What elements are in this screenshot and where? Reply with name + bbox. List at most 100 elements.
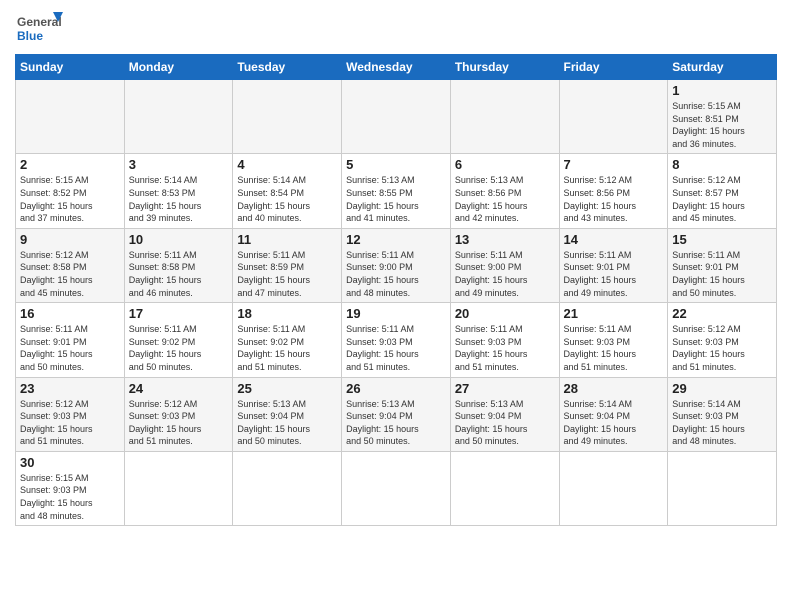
calendar-cell: 18 Sunrise: 5:11 AM Sunset: 9:02 PM Dayli… — [233, 303, 342, 377]
day-info: Sunrise: 5:11 AM Sunset: 8:58 PM Dayligh… — [129, 249, 229, 299]
day-info: Sunrise: 5:14 AM Sunset: 8:53 PM Dayligh… — [129, 174, 229, 224]
calendar-cell: 6Sunrise: 5:13 AM Sunset: 8:56 PM Daylig… — [450, 154, 559, 228]
col-header-wednesday: Wednesday — [342, 55, 451, 80]
day-info: Sunrise: 5:13 AM Sunset: 9:04 PM Dayligh… — [237, 398, 337, 448]
day-number: 19 — [346, 306, 446, 321]
calendar-cell: 25 Sunrise: 5:13 AM Sunset: 9:04 PM Dayli… — [233, 377, 342, 451]
day-number: 1 — [672, 83, 772, 98]
day-number: 23 — [20, 381, 120, 396]
day-info: Sunrise: 5:15 AM Sunset: 9:03 PM Dayligh… — [20, 472, 120, 522]
calendar-cell — [233, 451, 342, 525]
col-header-sunday: Sunday — [16, 55, 125, 80]
calendar-cell: 3Sunrise: 5:14 AM Sunset: 8:53 PM Daylig… — [124, 154, 233, 228]
day-number: 17 — [129, 306, 229, 321]
calendar-cell: 19 Sunrise: 5:11 AM Sunset: 9:03 PM Dayli… — [342, 303, 451, 377]
day-info: Sunrise: 5:13 AM Sunset: 8:55 PM Dayligh… — [346, 174, 446, 224]
day-info: Sunrise: 5:13 AM Sunset: 8:56 PM Dayligh… — [455, 174, 555, 224]
calendar-cell — [559, 451, 668, 525]
day-info: Sunrise: 5:11 AM Sunset: 9:01 PM Dayligh… — [20, 323, 120, 373]
calendar-week-row: 16 Sunrise: 5:11 AM Sunset: 9:01 PM Dayli… — [16, 303, 777, 377]
calendar-cell: 27Sunrise: 5:13 AM Sunset: 9:04 PM Dayli… — [450, 377, 559, 451]
day-number: 4 — [237, 157, 337, 172]
day-info: Sunrise: 5:14 AM Sunset: 8:54 PM Dayligh… — [237, 174, 337, 224]
calendar-cell: 28 Sunrise: 5:14 AM Sunset: 9:04 PM Dayli… — [559, 377, 668, 451]
day-number: 11 — [237, 232, 337, 247]
day-info: Sunrise: 5:11 AM Sunset: 9:00 PM Dayligh… — [346, 249, 446, 299]
calendar-cell — [450, 80, 559, 154]
day-number: 21 — [564, 306, 664, 321]
day-number: 14 — [564, 232, 664, 247]
generalblue-logo-icon: General Blue — [15, 10, 65, 48]
day-number: 15 — [672, 232, 772, 247]
day-number: 22 — [672, 306, 772, 321]
calendar-cell — [124, 80, 233, 154]
calendar-table: SundayMondayTuesdayWednesdayThursdayFrid… — [15, 54, 777, 526]
calendar-cell: 8 Sunrise: 5:12 AM Sunset: 8:57 PM Daylig… — [668, 154, 777, 228]
calendar-cell — [342, 80, 451, 154]
col-header-thursday: Thursday — [450, 55, 559, 80]
day-info: Sunrise: 5:11 AM Sunset: 9:03 PM Dayligh… — [455, 323, 555, 373]
calendar-cell: 30Sunrise: 5:15 AM Sunset: 9:03 PM Dayli… — [16, 451, 125, 525]
calendar-cell: 26 Sunrise: 5:13 AM Sunset: 9:04 PM Dayli… — [342, 377, 451, 451]
day-number: 20 — [455, 306, 555, 321]
day-number: 10 — [129, 232, 229, 247]
header: General Blue — [15, 10, 777, 48]
day-info: Sunrise: 5:11 AM Sunset: 9:01 PM Dayligh… — [564, 249, 664, 299]
calendar-cell: 12 Sunrise: 5:11 AM Sunset: 9:00 PM Dayli… — [342, 228, 451, 302]
day-info: Sunrise: 5:12 AM Sunset: 8:57 PM Dayligh… — [672, 174, 772, 224]
day-info: Sunrise: 5:11 AM Sunset: 9:02 PM Dayligh… — [129, 323, 229, 373]
day-number: 8 — [672, 157, 772, 172]
calendar-cell: 9Sunrise: 5:12 AM Sunset: 8:58 PM Daylig… — [16, 228, 125, 302]
calendar-cell — [559, 80, 668, 154]
day-info: Sunrise: 5:12 AM Sunset: 9:03 PM Dayligh… — [672, 323, 772, 373]
day-info: Sunrise: 5:11 AM Sunset: 9:02 PM Dayligh… — [237, 323, 337, 373]
calendar-cell: 13 Sunrise: 5:11 AM Sunset: 9:00 PM Dayli… — [450, 228, 559, 302]
calendar-cell: 4 Sunrise: 5:14 AM Sunset: 8:54 PM Daylig… — [233, 154, 342, 228]
calendar-week-row: 2Sunrise: 5:15 AM Sunset: 8:52 PM Daylig… — [16, 154, 777, 228]
calendar-cell: 14 Sunrise: 5:11 AM Sunset: 9:01 PM Dayli… — [559, 228, 668, 302]
calendar-cell: 24 Sunrise: 5:12 AM Sunset: 9:03 PM Dayli… — [124, 377, 233, 451]
calendar-cell: 17 Sunrise: 5:11 AM Sunset: 9:02 PM Dayli… — [124, 303, 233, 377]
calendar-week-row: 1Sunrise: 5:15 AM Sunset: 8:51 PM Daylig… — [16, 80, 777, 154]
calendar-week-row: 23 Sunrise: 5:12 AM Sunset: 9:03 PM Dayli… — [16, 377, 777, 451]
day-number: 9 — [20, 232, 120, 247]
calendar-cell: 7Sunrise: 5:12 AM Sunset: 8:56 PM Daylig… — [559, 154, 668, 228]
calendar-cell — [342, 451, 451, 525]
day-number: 24 — [129, 381, 229, 396]
day-info: Sunrise: 5:11 AM Sunset: 9:00 PM Dayligh… — [455, 249, 555, 299]
day-info: Sunrise: 5:14 AM Sunset: 9:03 PM Dayligh… — [672, 398, 772, 448]
calendar-cell: 11Sunrise: 5:11 AM Sunset: 8:59 PM Dayli… — [233, 228, 342, 302]
col-header-monday: Monday — [124, 55, 233, 80]
calendar-cell: 23Sunrise: 5:12 AM Sunset: 9:03 PM Dayli… — [16, 377, 125, 451]
calendar-cell: 2Sunrise: 5:15 AM Sunset: 8:52 PM Daylig… — [16, 154, 125, 228]
day-number: 25 — [237, 381, 337, 396]
day-number: 27 — [455, 381, 555, 396]
day-info: Sunrise: 5:13 AM Sunset: 9:04 PM Dayligh… — [346, 398, 446, 448]
calendar-cell: 20 Sunrise: 5:11 AM Sunset: 9:03 PM Dayli… — [450, 303, 559, 377]
calendar-cell: 5Sunrise: 5:13 AM Sunset: 8:55 PM Daylig… — [342, 154, 451, 228]
day-info: Sunrise: 5:11 AM Sunset: 9:01 PM Dayligh… — [672, 249, 772, 299]
day-number: 26 — [346, 381, 446, 396]
day-number: 7 — [564, 157, 664, 172]
day-number: 28 — [564, 381, 664, 396]
day-number: 2 — [20, 157, 120, 172]
day-info: Sunrise: 5:11 AM Sunset: 9:03 PM Dayligh… — [346, 323, 446, 373]
calendar-cell: 22 Sunrise: 5:12 AM Sunset: 9:03 PM Dayli… — [668, 303, 777, 377]
day-info: Sunrise: 5:14 AM Sunset: 9:04 PM Dayligh… — [564, 398, 664, 448]
col-header-friday: Friday — [559, 55, 668, 80]
calendar-cell: 10 Sunrise: 5:11 AM Sunset: 8:58 PM Dayli… — [124, 228, 233, 302]
calendar-week-row: 30Sunrise: 5:15 AM Sunset: 9:03 PM Dayli… — [16, 451, 777, 525]
calendar-cell — [16, 80, 125, 154]
day-info: Sunrise: 5:12 AM Sunset: 9:03 PM Dayligh… — [129, 398, 229, 448]
calendar-week-row: 9Sunrise: 5:12 AM Sunset: 8:58 PM Daylig… — [16, 228, 777, 302]
day-number: 18 — [237, 306, 337, 321]
col-header-saturday: Saturday — [668, 55, 777, 80]
calendar-cell — [233, 80, 342, 154]
calendar-cell: 21Sunrise: 5:11 AM Sunset: 9:03 PM Dayli… — [559, 303, 668, 377]
day-number: 12 — [346, 232, 446, 247]
day-number: 16 — [20, 306, 120, 321]
day-number: 13 — [455, 232, 555, 247]
calendar-cell — [450, 451, 559, 525]
calendar-cell — [124, 451, 233, 525]
calendar-cell — [668, 451, 777, 525]
